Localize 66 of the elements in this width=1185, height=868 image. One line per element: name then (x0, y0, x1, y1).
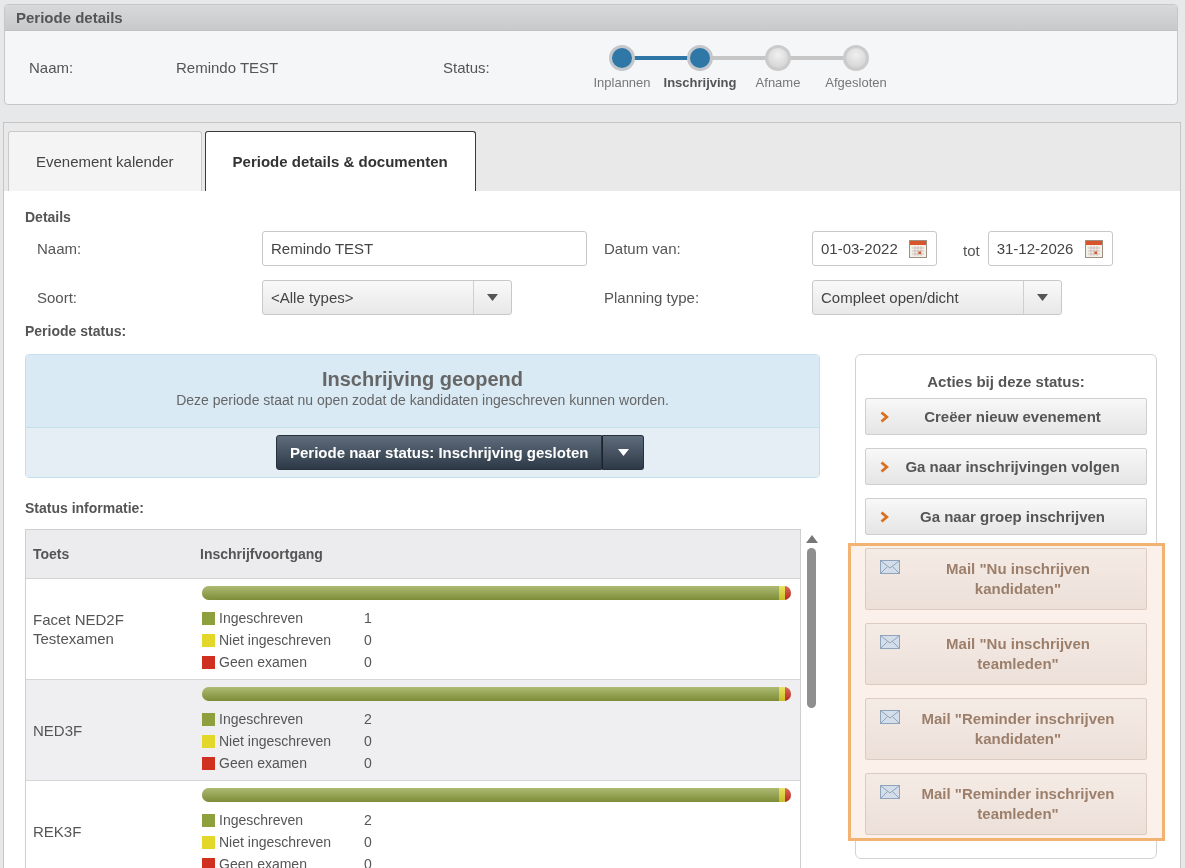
legend-label: Ingeschreven (219, 811, 304, 830)
action-button[interactable]: Ga naar inschrijvingen volgen (865, 448, 1147, 485)
panel-header: Periode details (5, 5, 1177, 31)
step-label: Inplannen (593, 75, 651, 90)
column-header: Toets (32, 545, 71, 564)
section-title: Periode status: (25, 322, 127, 340)
dropdown-select[interactable]: <Alle types> (262, 280, 512, 315)
caret-down-icon (617, 449, 629, 456)
legend-count: 0 (364, 833, 372, 852)
field-label: Datum van: (604, 240, 681, 257)
legend-label: Ingeschreven (219, 710, 304, 729)
column-header: Inschrijfvoortgang (200, 545, 324, 564)
action-button[interactable]: Ga naar groep inschrijven (865, 498, 1147, 535)
legend-count: 0 (364, 653, 372, 672)
legend-label: Geen examen (219, 653, 307, 672)
chevron-right-icon (880, 460, 889, 473)
field-label: Naam: (29, 59, 74, 76)
legend-label: Ingeschreven (219, 609, 304, 628)
dropdown-toggle-button[interactable] (602, 435, 645, 470)
range-separator-label: tot (963, 242, 980, 259)
chevron-right-icon (880, 410, 889, 423)
step-label: Afname (755, 75, 801, 90)
legend-label: Niet ingeschreven (219, 631, 332, 650)
panel-title: Acties bij deze status: (927, 373, 1085, 391)
dropdown-select[interactable]: Compleet open/dicht (812, 280, 1062, 315)
step-label: Inschrijving (663, 75, 737, 90)
legend-label: Niet ingeschreven (219, 732, 332, 751)
scrollbar-thumb[interactable] (807, 548, 816, 708)
legend-label: Niet ingeschreven (219, 833, 332, 852)
name-input-field[interactable]: Remindo TEST (262, 231, 587, 266)
status-description: Deze periode staat nu open zodat de kandidaten ingeschreven kunnen worden. (176, 391, 669, 409)
tab[interactable]: Evenement kalender (8, 131, 202, 191)
field-label: Soort: (37, 289, 78, 306)
table-cell-text: REK3F (32, 821, 83, 842)
envelope-icon (880, 785, 900, 799)
step-label: Afgesloten (825, 75, 887, 90)
tab[interactable]: Periode details & documenten (204, 131, 476, 191)
chevron-right-icon (880, 510, 889, 523)
date-input-field[interactable]: 31-12-2026 (987, 231, 1113, 266)
legend-count: 0 (364, 732, 372, 751)
envelope-icon (880, 560, 900, 574)
status-title: Inschrijving geopend (321, 367, 524, 391)
scroll-up-arrow-icon[interactable] (805, 535, 818, 543)
legend-label: Geen examen (219, 754, 307, 773)
legend-count: 1 (364, 609, 372, 628)
legend-count: 2 (364, 710, 372, 729)
envelope-icon (880, 710, 900, 724)
table-cell-text: Facet NED2F Testexamen (32, 610, 125, 649)
caret-down-icon (1037, 294, 1048, 301)
legend-count: 2 (364, 811, 372, 830)
action-button[interactable]: Creëer nieuw evenement (865, 398, 1147, 435)
calendar-icon[interactable] (909, 239, 927, 258)
change-status-button[interactable]: Periode naar status: Inschrijving gesloten (276, 435, 603, 470)
table-cell-text: NED3F (32, 720, 84, 741)
legend-count: 0 (364, 631, 372, 650)
field-label: Status: (443, 59, 490, 76)
section-title: Status informatie: (25, 499, 144, 517)
field-label: Planning type: (604, 289, 700, 306)
envelope-icon (880, 635, 900, 649)
field-value: Remindo TEST (176, 59, 279, 76)
field-label: Naam: (37, 240, 82, 257)
caret-down-icon (487, 294, 498, 301)
legend-count: 0 (364, 754, 372, 773)
calendar-icon[interactable] (1084, 239, 1103, 258)
date-input-field[interactable]: 01-03-2022 (812, 231, 937, 266)
section-title: Details (25, 208, 71, 226)
